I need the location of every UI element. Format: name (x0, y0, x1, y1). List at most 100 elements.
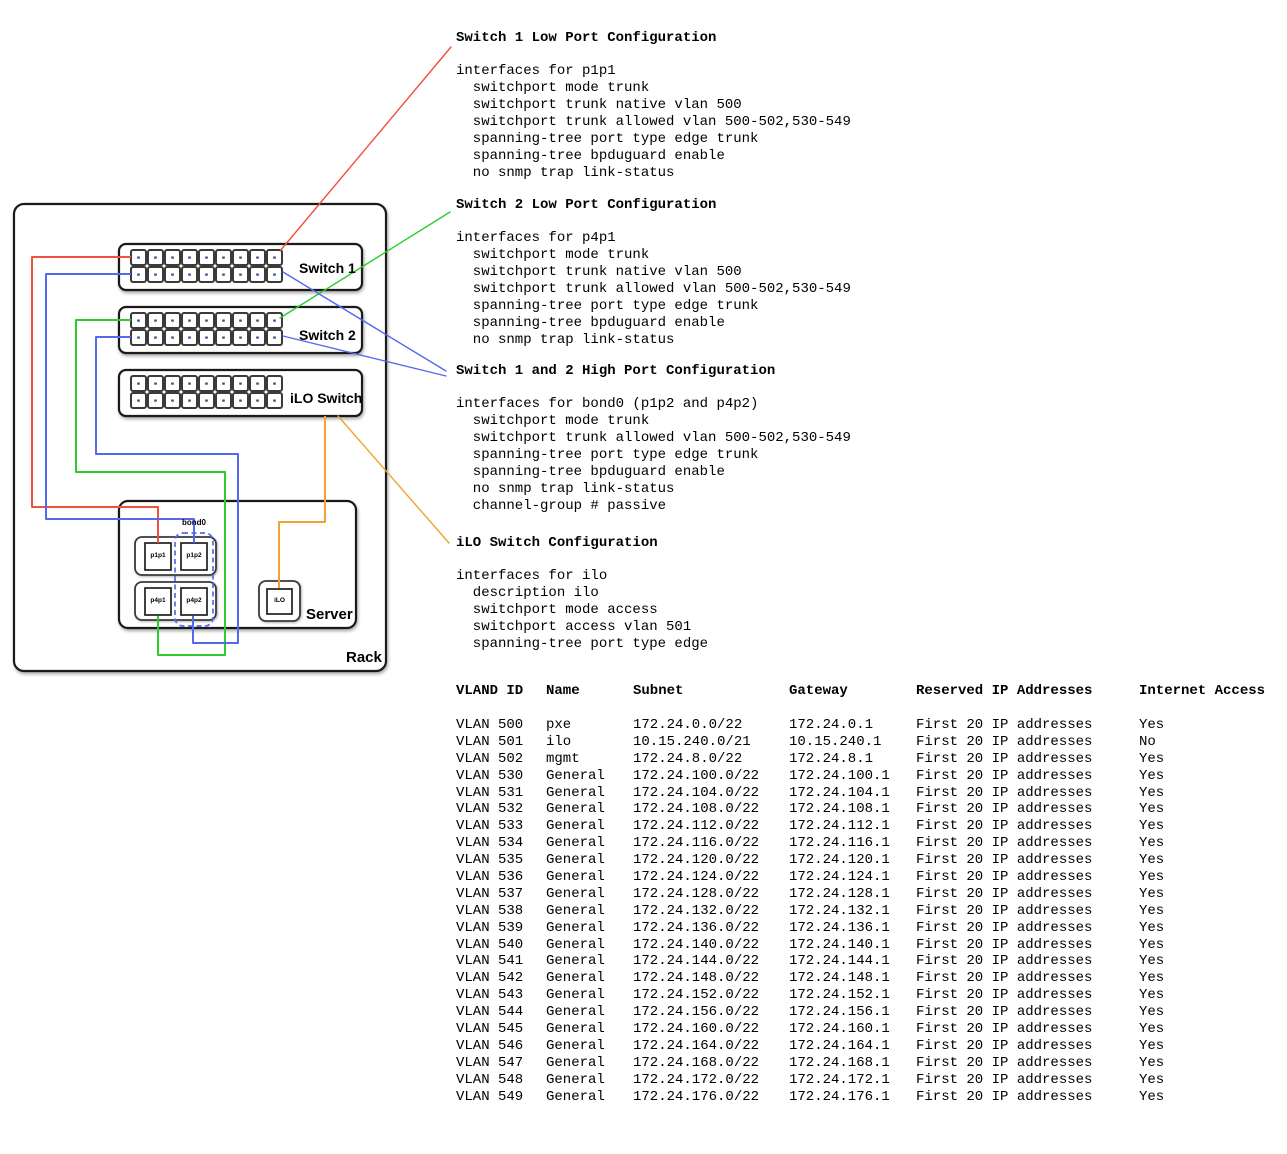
port-dot (222, 257, 225, 259)
port-dot (137, 383, 140, 385)
vlan-row: VLAN 545 General 172.24.160.0/22 172.24.… (456, 1021, 1278, 1038)
port-dot (137, 337, 140, 339)
vlan-reserved-cell: First 20 IP addresses (916, 1089, 1139, 1106)
vlan-id-cell: VLAN 540 (456, 937, 546, 954)
vlan-subnet-cell: 172.24.172.0/22 (633, 1072, 789, 1089)
vlan-subnet-cell: 172.24.160.0/22 (633, 1021, 789, 1038)
vlan-id-cell: VLAN 502 (456, 751, 546, 768)
vlan-id-cell: VLAN 542 (456, 970, 546, 987)
vlan-reserved-cell: First 20 IP addresses (916, 970, 1139, 987)
port-dot (188, 400, 191, 402)
config-line: no snmp trap link-status (456, 165, 851, 182)
config-line: interfaces for p1p1 (456, 63, 851, 80)
vlan-row: VLAN 541 General 172.24.144.0/22 172.24.… (456, 953, 1278, 970)
vlan-name-cell: General (546, 768, 633, 785)
vlan-name-cell: General (546, 1004, 633, 1021)
vlan-internet-cell: Yes (1139, 953, 1278, 970)
port-dot (239, 337, 242, 339)
port-dot (205, 257, 208, 259)
vlan-name-cell: General (546, 1089, 633, 1106)
vlan-internet-cell: Yes (1139, 801, 1278, 818)
config-line: switchport access vlan 501 (456, 619, 708, 636)
port-dot (273, 257, 276, 259)
vlan-internet-cell: Yes (1139, 717, 1278, 734)
vlan-gateway-cell: 172.24.112.1 (789, 818, 916, 835)
vlan-internet-cell: Yes (1139, 903, 1278, 920)
vlan-subnet-cell: 172.24.176.0/22 (633, 1089, 789, 1106)
config-line: switchport trunk allowed vlan 500-502,53… (456, 430, 851, 447)
vlan-id-cell: VLAN 544 (456, 1004, 546, 1021)
vlan-gateway-cell: 172.24.140.1 (789, 937, 916, 954)
vlan-reserved-cell: First 20 IP addresses (916, 1055, 1139, 1072)
port-dot (256, 257, 259, 259)
config-line: switchport trunk allowed vlan 500-502,53… (456, 114, 851, 131)
vlan-name-cell: General (546, 937, 633, 954)
config-line: switchport mode access (456, 602, 708, 619)
port-dot (171, 320, 174, 322)
vlan-gateway-cell: 172.24.116.1 (789, 835, 916, 852)
config-lines: interfaces for bond0 (p1p2 and p4p2) swi… (456, 396, 851, 515)
vlan-row: VLAN 546 General 172.24.164.0/22 172.24.… (456, 1038, 1278, 1055)
vlan-row: VLAN 535 General 172.24.120.0/22 172.24.… (456, 852, 1278, 869)
config-line: switchport mode trunk (456, 413, 851, 430)
vlan-id-cell: VLAN 501 (456, 734, 546, 751)
config-line: spanning-tree port type edge (456, 636, 708, 653)
vlan-row: VLAN 549 General 172.24.176.0/22 172.24.… (456, 1089, 1278, 1106)
port-dot (222, 320, 225, 322)
vlan-id-cell: VLAN 547 (456, 1055, 546, 1072)
vlan-reserved-cell: First 20 IP addresses (916, 751, 1139, 768)
vlan-internet-cell: Yes (1139, 852, 1278, 869)
vlan-name-cell: General (546, 970, 633, 987)
port-dot (239, 257, 242, 259)
port-dot (256, 383, 259, 385)
vlan-gateway-cell: 172.24.136.1 (789, 920, 916, 937)
vlan-reserved-cell: First 20 IP addresses (916, 953, 1139, 970)
port-dot (273, 383, 276, 385)
vlan-subnet-cell: 172.24.124.0/22 (633, 869, 789, 886)
vlan-gateway-cell: 172.24.168.1 (789, 1055, 916, 1072)
vlan-name-cell: General (546, 903, 633, 920)
col-header-name: Name (546, 683, 633, 700)
vlan-name-cell: General (546, 953, 633, 970)
vlan-id-cell: VLAN 549 (456, 1089, 546, 1106)
port-dot (188, 257, 191, 259)
vlan-internet-cell: Yes (1139, 987, 1278, 1004)
port-dot (171, 383, 174, 385)
vlan-reserved-cell: First 20 IP addresses (916, 1038, 1139, 1055)
port-dot (273, 274, 276, 276)
config-line: spanning-tree bpduguard enable (456, 464, 851, 481)
vlan-subnet-cell: 172.24.112.0/22 (633, 818, 789, 835)
vlan-id-cell: VLAN 545 (456, 1021, 546, 1038)
vlan-subnet-cell: 172.24.108.0/22 (633, 801, 789, 818)
vlan-internet-cell: Yes (1139, 970, 1278, 987)
vlan-subnet-cell: 172.24.168.0/22 (633, 1055, 789, 1072)
vlan-id-cell: VLAN 536 (456, 869, 546, 886)
col-header-reserved-ips: Reserved IP Addresses (916, 683, 1139, 700)
vlan-subnet-cell: 172.24.140.0/22 (633, 937, 789, 954)
vlan-row: VLAN 501 ilo 10.15.240.0/21 10.15.240.1 … (456, 734, 1278, 751)
vlan-gateway-cell: 172.24.176.1 (789, 1089, 916, 1106)
vlan-id-cell: VLAN 546 (456, 1038, 546, 1055)
vlan-name-cell: General (546, 1055, 633, 1072)
vlan-gateway-cell: 172.24.8.1 (789, 751, 916, 768)
vlan-gateway-cell: 172.24.120.1 (789, 852, 916, 869)
config-line: interfaces for bond0 (p1p2 and p4p2) (456, 396, 851, 413)
vlan-gateway-cell: 172.24.148.1 (789, 970, 916, 987)
switch1-label: Switch 1 (299, 261, 356, 276)
config-line: interfaces for ilo (456, 568, 708, 585)
vlan-name-cell: General (546, 1021, 633, 1038)
vlan-gateway-cell: 172.24.104.1 (789, 785, 916, 802)
config-line: spanning-tree port type edge trunk (456, 298, 851, 315)
port-dot (256, 400, 259, 402)
vlan-row: VLAN 534 General 172.24.116.0/22 172.24.… (456, 835, 1278, 852)
vlan-gateway-cell: 172.24.164.1 (789, 1038, 916, 1055)
port-dot (239, 400, 242, 402)
vlan-internet-cell: Yes (1139, 785, 1278, 802)
config-block-switch1-low: Switch 1 Low Port Configuration interfac… (456, 30, 851, 182)
config-lines: interfaces for p1p1 switchport mode trun… (456, 63, 851, 182)
port-dot (256, 274, 259, 276)
config-block-switch2-low: Switch 2 Low Port Configuration interfac… (456, 197, 851, 349)
switch-ports-layer (131, 250, 282, 408)
config-line: switchport trunk native vlan 500 (456, 264, 851, 281)
config-title: iLO Switch Configuration (456, 535, 708, 552)
